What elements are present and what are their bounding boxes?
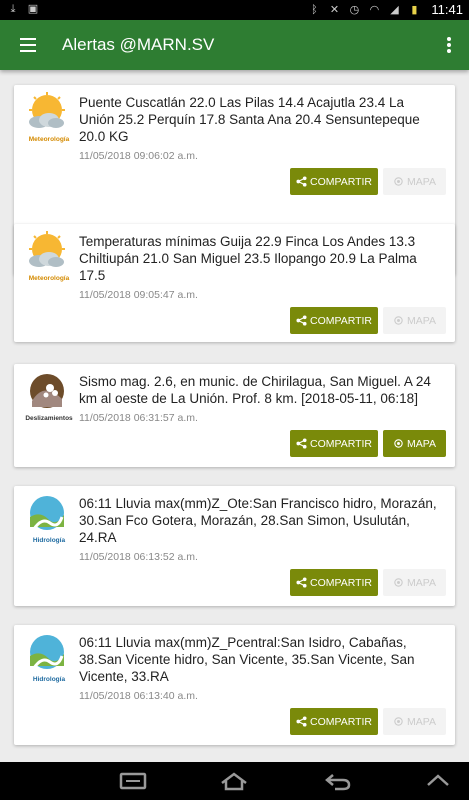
category-label: Deslizamientos (25, 415, 73, 422)
alert-text: Temperaturas mínimas Guija 22.9 Finca Lo… (79, 234, 417, 283)
download-icon: ⤓ (10, 3, 16, 15)
map-label: MAPA (407, 175, 436, 188)
map-button[interactable]: MAPA (383, 708, 446, 735)
share-label: COMPARTIR (309, 437, 373, 450)
meteorology-icon: Meteorología (24, 231, 70, 287)
status-bar: ⤓ ▣ ᛒ ✕ ◷ ◠ ◢ ▮ 11:41 (0, 0, 469, 20)
share-icon (296, 315, 307, 326)
mute-icon: ✕ (329, 3, 340, 16)
share-icon (296, 577, 307, 588)
alarm-icon: ◷ (349, 3, 360, 16)
alert-date: 11/05/2018 09:05:47 a.m. (79, 289, 198, 301)
location-icon (394, 717, 403, 726)
alert-card[interactable]: Hidrología 06:11 Lluvia max(mm)Z_Pcentra… (14, 625, 455, 745)
category-label: Meteorología (28, 275, 70, 282)
bluetooth-icon: ᛒ (311, 3, 318, 16)
signal-icon: ◢ (390, 3, 399, 16)
wifi-icon: ◠ (369, 3, 380, 16)
map-button[interactable]: MAPA (383, 569, 446, 596)
location-icon (394, 177, 403, 186)
map-button[interactable]: MAPA (383, 307, 446, 334)
alert-text: 06:11 Lluvia max(mm)Z_Pcentral:San Isidr… (79, 635, 415, 684)
hydrology-icon: Hidrología (24, 493, 70, 549)
back-icon[interactable] (323, 771, 353, 791)
battery-icon: ▮ (411, 3, 418, 16)
map-label: MAPA (407, 437, 436, 450)
location-icon (394, 439, 403, 448)
alert-date: 11/05/2018 09:06:02 a.m. (79, 150, 198, 162)
hydrology-icon: Hidrología (24, 632, 70, 688)
share-label: COMPARTIR (309, 175, 373, 188)
meteorology-icon: Meteorología (24, 92, 70, 148)
map-label: MAPA (407, 715, 436, 728)
share-button[interactable]: COMPARTIR (290, 168, 378, 195)
system-nav-bar (0, 762, 469, 800)
clock: 11:41 (431, 2, 463, 17)
share-button[interactable]: COMPARTIR (290, 708, 378, 735)
home-icon[interactable] (219, 771, 249, 791)
landslide-icon: Deslizamientos (24, 371, 73, 427)
category-label: Hidrología (32, 537, 66, 544)
alert-text: Sismo mag. 2.6, en munic. de Chirilagua,… (79, 374, 431, 406)
share-label: COMPARTIR (309, 576, 373, 589)
alert-date: 11/05/2018 06:13:52 a.m. (79, 551, 198, 563)
share-icon (296, 438, 307, 449)
share-button[interactable]: COMPARTIR (290, 307, 378, 334)
map-button[interactable]: MAPA (383, 168, 446, 195)
map-label: MAPA (407, 314, 436, 327)
recent-apps-icon[interactable] (118, 771, 148, 791)
alert-text: 06:11 Lluvia max(mm)Z_Ote:San Francisco … (79, 496, 437, 545)
alert-card[interactable]: Meteorología Temperaturas mínimas Guija … (14, 224, 455, 342)
alert-date: 11/05/2018 06:13:40 a.m. (79, 690, 198, 702)
share-label: COMPARTIR (309, 715, 373, 728)
category-label: Meteorología (28, 136, 70, 143)
location-icon (394, 316, 403, 325)
alert-date: 11/05/2018 06:31:57 a.m. (79, 412, 198, 424)
image-icon: ▣ (27, 3, 39, 15)
category-label: Hidrología (32, 676, 66, 683)
alert-text: Puente Cuscatlán 22.0 Las Pilas 14.4 Aca… (79, 95, 420, 144)
location-icon (394, 578, 403, 587)
share-icon (296, 716, 307, 727)
map-button[interactable]: MAPA (383, 430, 446, 457)
share-button[interactable]: COMPARTIR (290, 569, 378, 596)
share-button[interactable]: COMPARTIR (290, 430, 378, 457)
overflow-menu-icon[interactable] (447, 37, 451, 53)
share-label: COMPARTIR (309, 314, 373, 327)
app-title: Alertas @MARN.SV (62, 35, 215, 54)
chevron-up-icon[interactable] (423, 771, 453, 791)
share-icon (296, 176, 307, 187)
app-bar: Alertas @MARN.SV (0, 20, 469, 70)
alert-card[interactable]: Hidrología 06:11 Lluvia max(mm)Z_Ote:San… (14, 486, 455, 606)
map-label: MAPA (407, 576, 436, 589)
menu-icon[interactable] (20, 38, 36, 52)
alert-card[interactable]: Deslizamientos Sismo mag. 2.6, en munic.… (14, 364, 455, 467)
